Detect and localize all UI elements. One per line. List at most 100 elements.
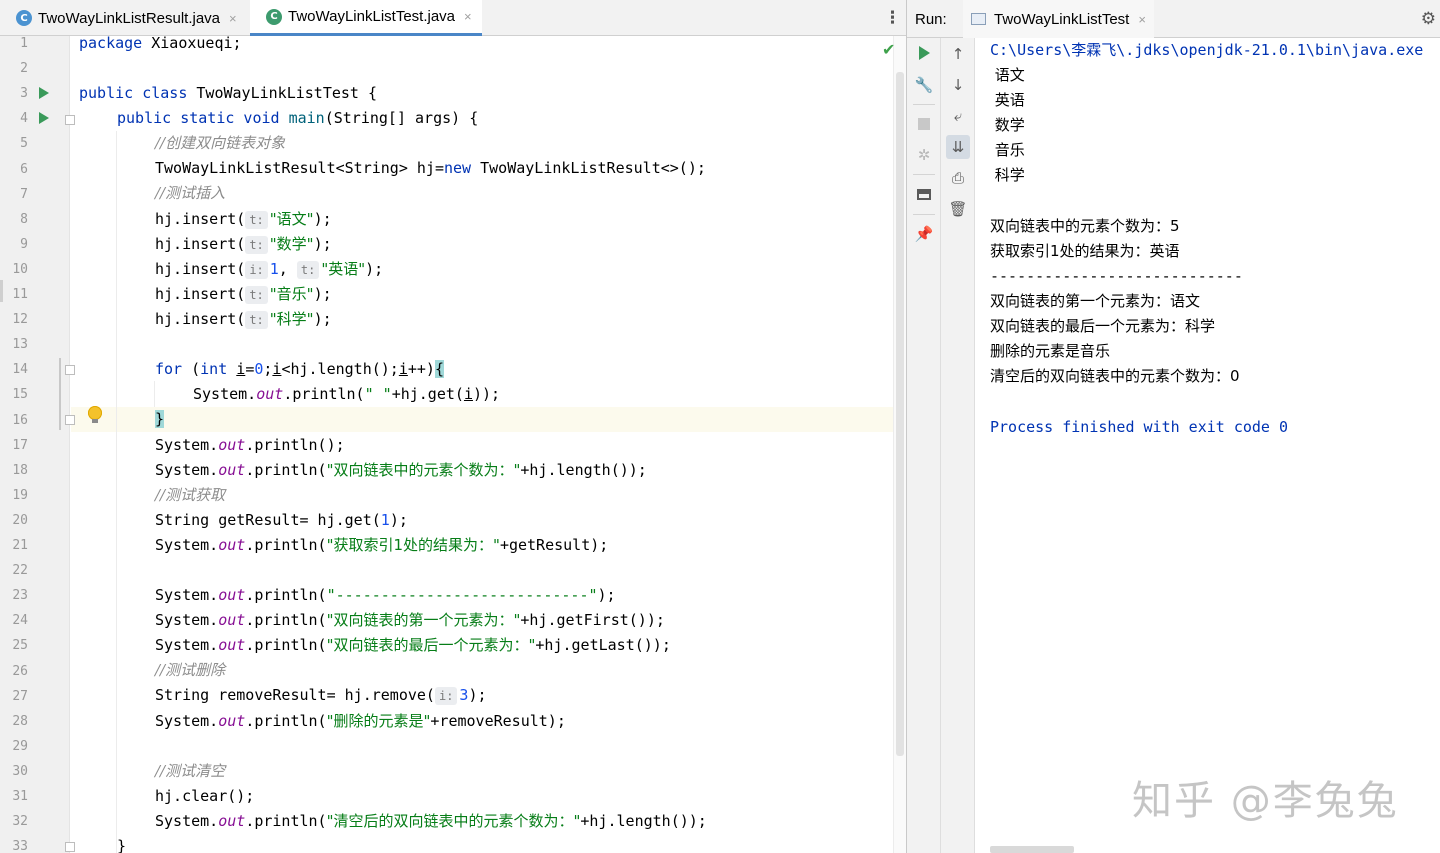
line-number[interactable]: 3 (0, 86, 28, 101)
scrollbar-thumb[interactable] (896, 72, 904, 756)
line-number[interactable]: 25 (0, 638, 28, 653)
line-number[interactable]: 1 (0, 36, 28, 51)
scroll-to-end-icon[interactable]: ⇊ (946, 135, 970, 159)
wrench-icon[interactable]: 🔧 (912, 73, 936, 97)
line-number[interactable]: 28 (0, 714, 28, 729)
code-line-1[interactable]: package Xiaoxueqi; (79, 33, 242, 53)
code-line-30[interactable]: //测试清空 (155, 761, 225, 781)
code-line-32[interactable]: System.out.println("清空后的双向链表中的元素个数为："+hj… (155, 811, 707, 831)
line-number[interactable]: 5 (0, 136, 28, 151)
code-line-9[interactable]: hj.insert(t: "数学"); (155, 234, 332, 254)
code-line-8[interactable]: hj.insert(t: "语文"); (155, 209, 332, 229)
code-text: ); (313, 235, 332, 253)
console-horizontal-scrollbar[interactable] (990, 846, 1074, 853)
code-line-24[interactable]: System.out.println("双向链表的第一个元素为："+hj.get… (155, 610, 665, 630)
code-line-5[interactable]: //创建双向链表对象 (155, 133, 285, 153)
console-output[interactable]: C:\Users\李霖飞\.jdks\openjdk-21.0.1\bin\ja… (976, 38, 1440, 853)
line-number[interactable]: 15 (0, 387, 28, 402)
line-number[interactable]: 30 (0, 764, 28, 779)
fold-icon[interactable] (65, 115, 75, 125)
line-number[interactable]: 20 (0, 513, 28, 528)
close-icon[interactable]: × (1138, 12, 1146, 27)
close-icon[interactable]: × (229, 11, 237, 26)
code-line-23[interactable]: System.out.println("--------------------… (155, 585, 616, 605)
line-number[interactable]: 14 (0, 362, 28, 377)
more-options-icon[interactable]: ⋮ (884, 8, 901, 28)
code-line-27[interactable]: String removeResult= hj.remove(i: 3); (155, 685, 487, 705)
line-number[interactable]: 22 (0, 563, 28, 578)
line-number[interactable]: 11 (0, 287, 28, 302)
line-number[interactable]: 33 (0, 839, 28, 853)
line-number[interactable]: 9 (0, 237, 28, 252)
line-number[interactable]: 12 (0, 312, 28, 327)
print-icon[interactable]: ⎙ (946, 166, 970, 190)
line-number[interactable]: 8 (0, 212, 28, 227)
fold-icon[interactable] (65, 415, 75, 425)
trash-icon[interactable]: 🗑 (946, 197, 970, 221)
line-number[interactable]: 31 (0, 789, 28, 804)
line-number[interactable]: 16 (0, 413, 28, 428)
scroll-down-icon[interactable]: ↓ (946, 73, 970, 97)
close-icon[interactable]: × (464, 9, 472, 24)
line-number[interactable]: 29 (0, 739, 28, 754)
line-number[interactable]: 17 (0, 438, 28, 453)
vcs-change-marker[interactable] (59, 358, 61, 430)
line-number[interactable]: 23 (0, 588, 28, 603)
line-number[interactable]: 24 (0, 613, 28, 628)
code-line-10[interactable]: hj.insert(i: 1, t: "英语"); (155, 259, 383, 279)
line-number[interactable]: 13 (0, 337, 28, 352)
line-number[interactable]: 6 (0, 162, 28, 177)
code-text: System. (155, 812, 219, 830)
code-line-7[interactable]: //测试插入 (155, 183, 225, 203)
code-line-6[interactable]: TwoWayLinkListResult<String> hj=new TwoW… (155, 158, 706, 178)
code-line-14[interactable]: for (int i=0;i<hj.length();i++){ (155, 359, 444, 379)
code-line-21[interactable]: System.out.println("获取索引1处的结果为："+getResu… (155, 535, 608, 555)
code-line-3[interactable]: public class TwoWayLinkListTest { (79, 83, 377, 103)
run-class-icon[interactable] (39, 87, 49, 99)
code-line-16[interactable]: } (155, 409, 165, 429)
stop-icon[interactable] (912, 112, 936, 136)
debug-icon[interactable]: ✲ (912, 143, 936, 167)
line-number[interactable]: 2 (0, 61, 28, 76)
fold-icon[interactable] (65, 365, 75, 375)
line-number[interactable]: 18 (0, 463, 28, 478)
line-number[interactable]: 26 (0, 664, 28, 679)
code-line-31[interactable]: hj.clear(); (155, 786, 254, 806)
code-line-33[interactable]: } (117, 836, 126, 853)
code-line-4[interactable]: public static void main(String[] args) { (117, 108, 478, 128)
editor-scrollbar[interactable] (893, 36, 906, 853)
run-tab[interactable]: TwoWayLinkListTest × (963, 0, 1154, 38)
code-line-17[interactable]: System.out.println(); (155, 435, 345, 455)
string-literal: "获取索引1处的结果为：" (326, 536, 500, 554)
gear-icon[interactable]: ⚙ (1421, 9, 1436, 29)
no-problems-check-icon[interactable]: ✔ (882, 40, 895, 60)
code-editor[interactable]: C TwoWayLinkListResult.java × C TwoWayLi… (0, 0, 906, 853)
tab-twowaylinklisttest[interactable]: C TwoWayLinkListTest.java × (250, 0, 482, 36)
soft-wrap-icon[interactable]: ⤶ (946, 104, 970, 128)
code-line-25[interactable]: System.out.println("双向链表的最后一个元素为："+hj.ge… (155, 635, 671, 655)
code-line-26[interactable]: //测试删除 (155, 660, 225, 680)
line-number[interactable]: 7 (0, 187, 28, 202)
pin-icon[interactable]: 📌 (912, 222, 936, 246)
lightbulb-icon[interactable] (88, 406, 102, 423)
scroll-up-icon[interactable]: ↑ (946, 42, 970, 66)
code-line-15[interactable]: System.out.println(" "+hj.get(i)); (193, 384, 500, 404)
code-line-19[interactable]: //测试获取 (155, 485, 225, 505)
fold-icon[interactable] (65, 842, 75, 852)
line-number[interactable]: 10 (0, 262, 28, 277)
tab-twowaylinklistresult[interactable]: C TwoWayLinkListResult.java × (0, 0, 250, 36)
code-line-28[interactable]: System.out.println("删除的元素是"+removeResult… (155, 711, 566, 731)
console-command-line[interactable]: C:\Users\李霖飞\.jdks\openjdk-21.0.1\bin\ja… (990, 40, 1423, 60)
layout-icon[interactable] (912, 182, 936, 206)
line-number[interactable]: 4 (0, 111, 28, 126)
line-number[interactable]: 32 (0, 814, 28, 829)
line-number[interactable]: 19 (0, 488, 28, 503)
code-line-11[interactable]: hj.insert(t: "音乐"); (155, 284, 332, 304)
code-line-20[interactable]: String getResult= hj.get(1); (155, 510, 408, 530)
code-line-12[interactable]: hj.insert(t: "科学"); (155, 309, 332, 329)
code-line-18[interactable]: System.out.println("双向链表中的元素个数为："+hj.len… (155, 460, 647, 480)
line-number[interactable]: 21 (0, 538, 28, 553)
line-number[interactable]: 27 (0, 689, 28, 704)
run-main-icon[interactable] (39, 112, 49, 124)
rerun-icon[interactable] (912, 41, 936, 65)
